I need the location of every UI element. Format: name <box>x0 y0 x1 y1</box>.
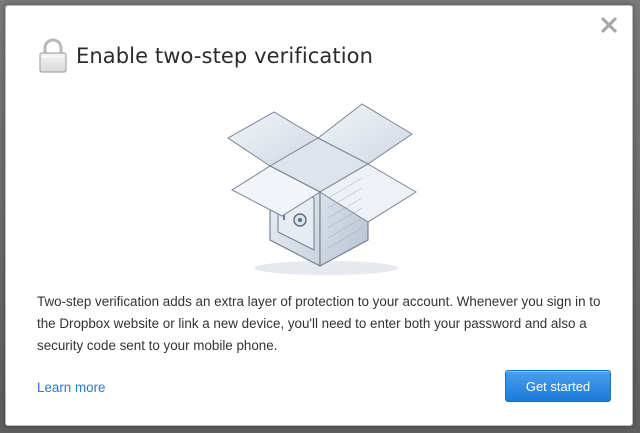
two-step-verification-dialog: Enable two-step verification Two-step ve… <box>5 5 633 426</box>
close-icon[interactable] <box>600 16 618 34</box>
dialog-description: Two-step verification adds an extra laye… <box>37 294 601 353</box>
get-started-button[interactable]: Get started <box>505 370 611 402</box>
open-box-safe-illustration <box>227 103 417 275</box>
dialog-title: Enable two-step verification <box>76 44 374 68</box>
dialog-header: Enable two-step verification <box>38 38 373 74</box>
learn-more-link[interactable]: Learn more <box>37 380 105 395</box>
lock-icon <box>39 38 67 73</box>
